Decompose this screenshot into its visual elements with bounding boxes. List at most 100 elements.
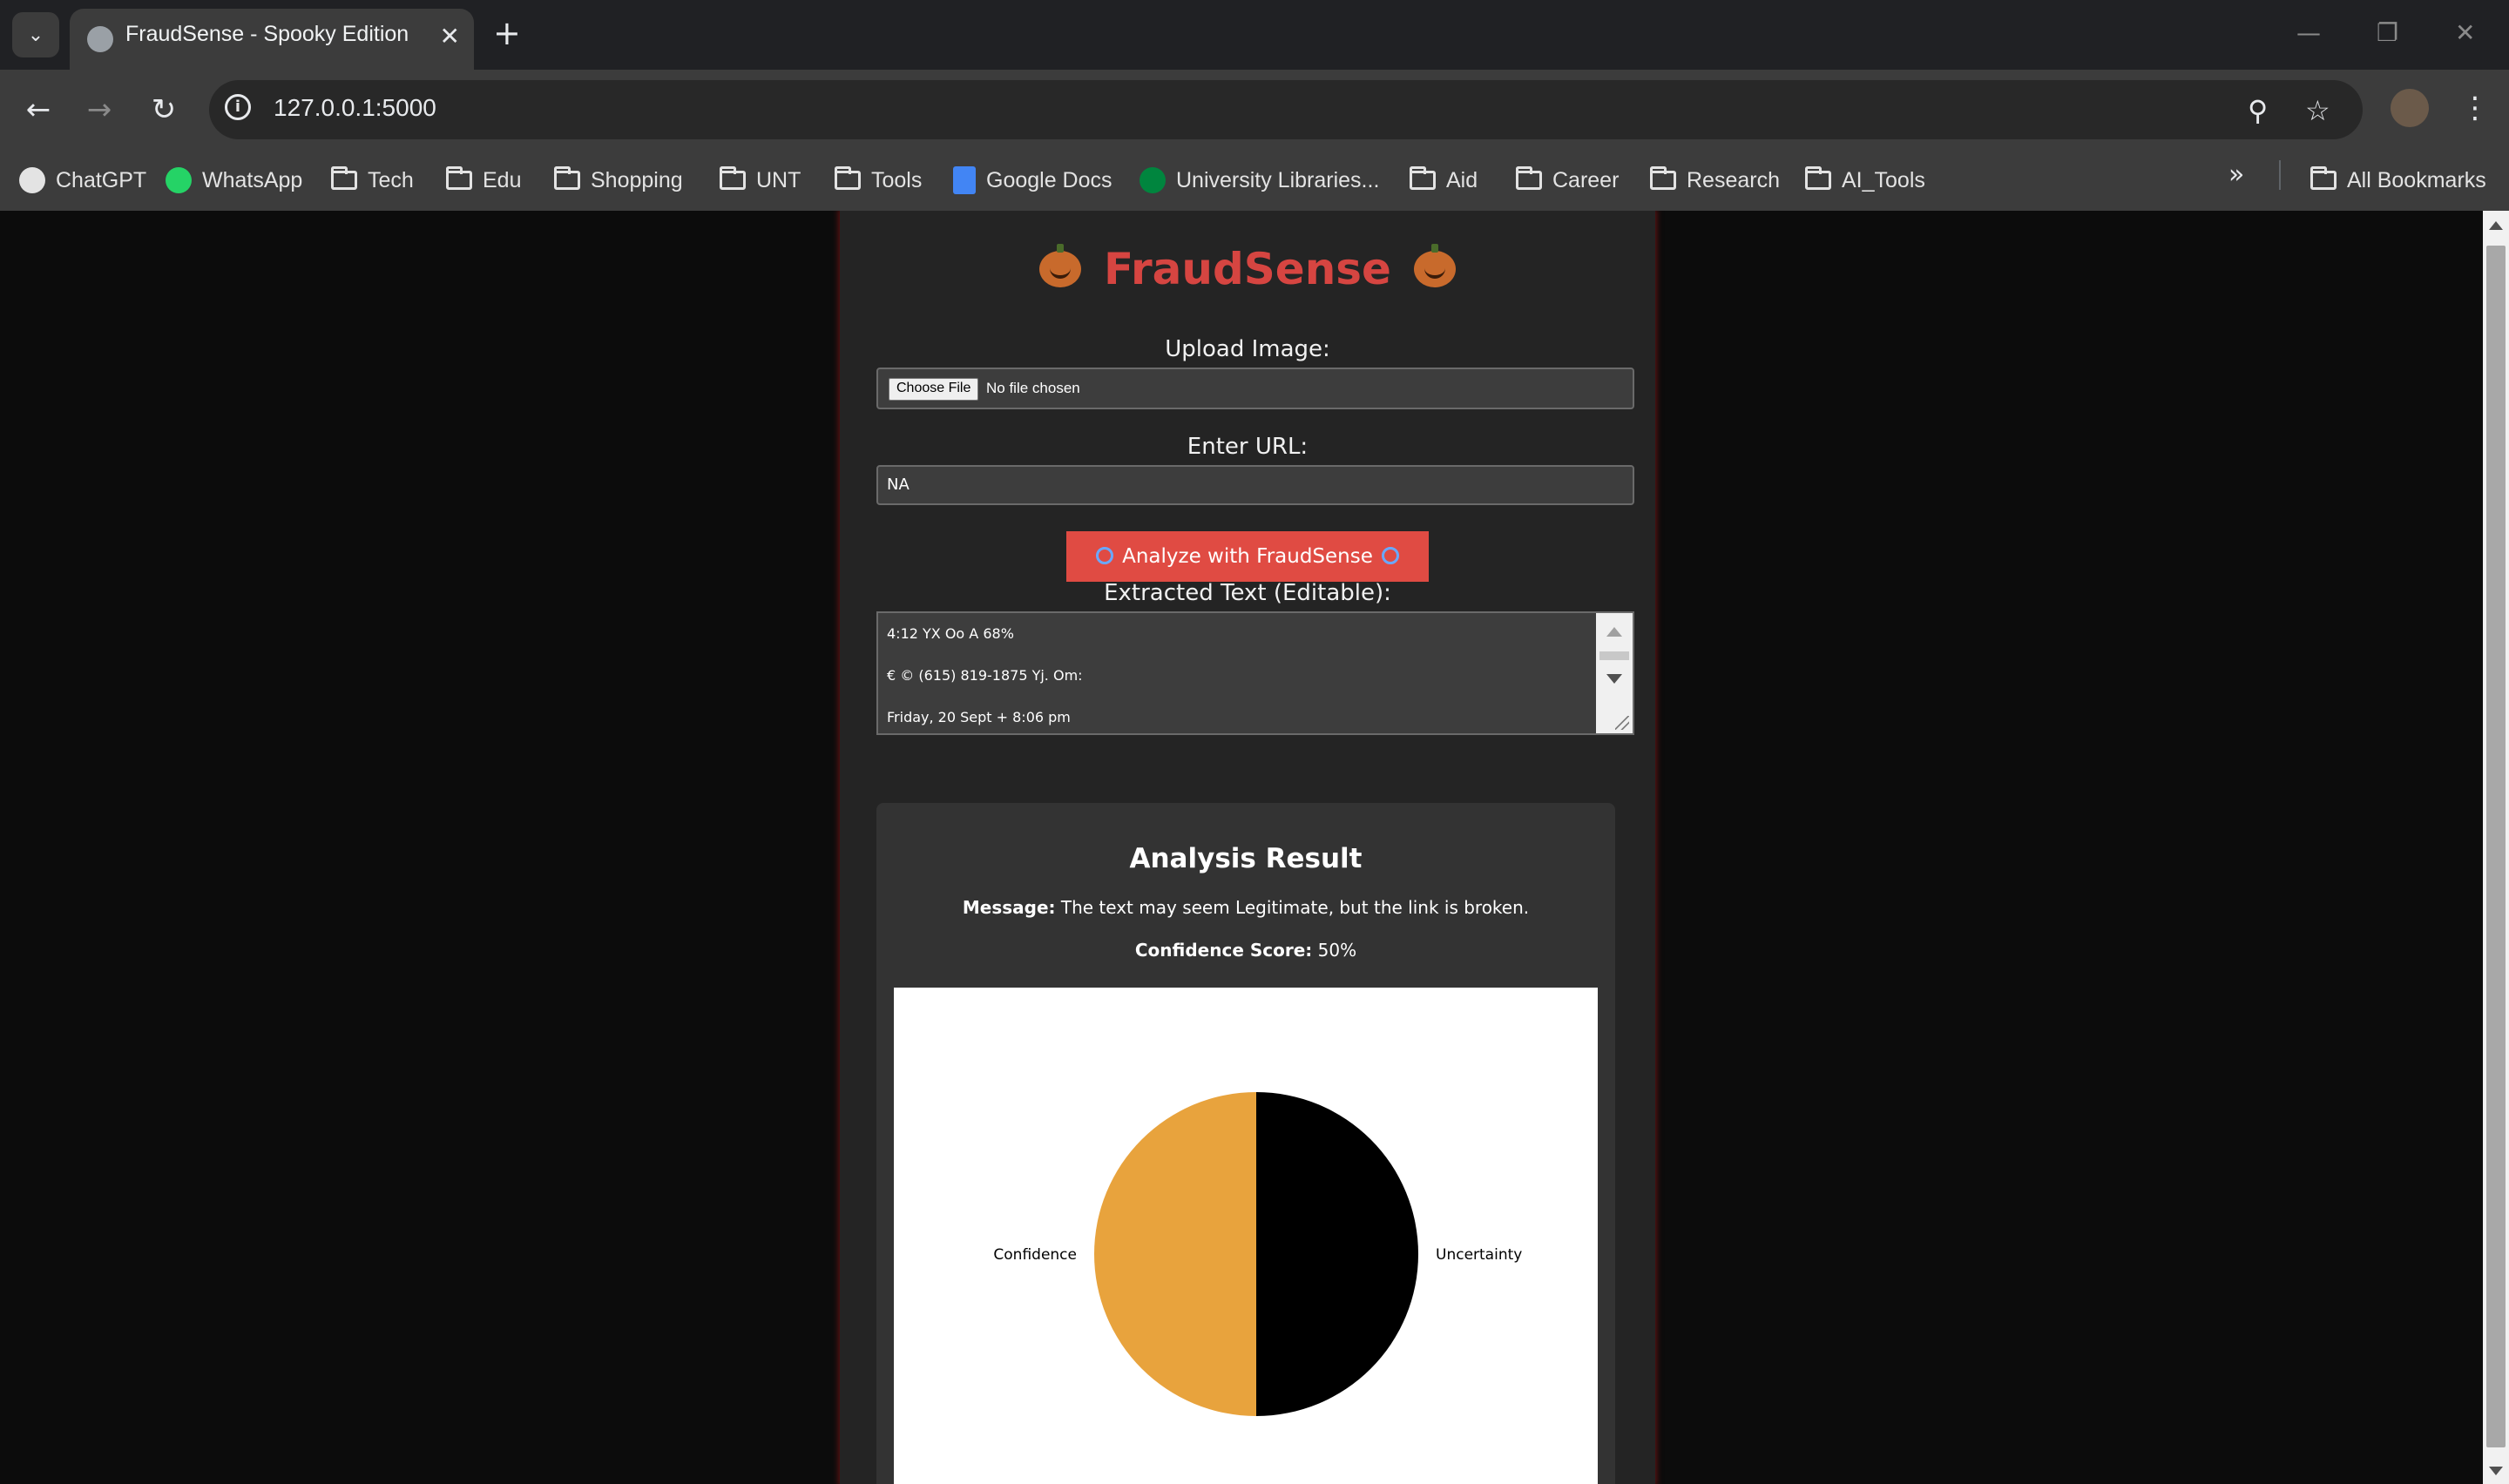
bookmark-item[interactable]: Tech [331,160,414,200]
folder-icon [835,166,861,190]
pie-label-confidence: Confidence [993,1246,1077,1264]
file-input[interactable]: Choose File No file chosen [876,368,1634,409]
bookmark-item[interactable]: Tools [835,160,922,200]
page-viewport: FraudSense Upload Image: Choose File No … [0,211,2483,1484]
bookmark-item[interactable]: University Libraries... [1140,160,1379,200]
folder-icon [1516,166,1542,190]
minimize-icon[interactable]: — [2296,16,2321,51]
bookmark-item[interactable]: AI_Tools [1805,160,1925,200]
address-bar[interactable]: i 127.0.0.1:5000 ⚲ ☆ [209,80,2363,139]
pumpkin-icon [1413,243,1456,287]
bookmarks-divider [2279,160,2281,190]
message-text: The text may seem Legitimate, but the li… [1060,897,1530,918]
bookmark-item[interactable]: Aid [1410,160,1478,200]
all-bookmarks-label: All Bookmarks [2347,167,2486,192]
active-tab[interactable]: FraudSense - Spooky Edition ✕ [70,9,474,70]
bookmark-item[interactable]: Google Docs [953,160,1112,200]
message-label: Message: [962,897,1056,918]
bookmark-label: Tech [368,167,414,192]
url-text[interactable]: 127.0.0.1:5000 [274,94,436,122]
bookmark-label: Career [1552,167,1620,192]
bookmarks-bar: ChatGPT WhatsApp Tech Edu Shopping UNT Tools Go… [0,150,2509,211]
resize-grip-icon[interactable] [1615,716,1629,730]
bookmark-item[interactable]: WhatsApp [166,160,302,200]
browser-chrome: ⌄ FraudSense - Spooky Edition ✕ + — ❐ ✕ … [0,0,2509,211]
bookmark-item[interactable]: ChatGPT [19,160,146,200]
whatsapp-icon [166,167,192,193]
bookmark-item[interactable]: UNT [720,160,801,200]
back-icon[interactable]: ← [19,91,57,129]
analyze-button[interactable]: Analyze with FraudSense [1066,531,1429,582]
pie-chart-container: Confidence Uncertainty [894,988,1598,1484]
site-info-icon[interactable]: i [225,94,251,120]
new-tab-icon[interactable]: + [493,16,521,51]
bookmark-label: Google Docs [986,167,1112,192]
extracted-text-label: Extracted Text (Editable): [1104,580,1391,606]
bookmark-item[interactable]: Career [1516,160,1619,200]
result-message: Message: The text may seem Legitimate, b… [876,897,1615,918]
scroll-thumb[interactable] [1599,651,1629,660]
tab-search-button[interactable]: ⌄ [12,12,59,57]
file-status: No file chosen [986,380,1080,396]
scroll-thumb[interactable] [2486,246,2506,1447]
bookmark-label: AI_Tools [1842,167,1925,192]
restore-icon[interactable]: ❐ [2377,16,2398,51]
upload-label: Upload Image: [1165,336,1330,362]
analyze-button-label: Analyze with FraudSense [1122,545,1373,568]
choose-file-button[interactable]: Choose File [889,378,979,401]
bookmark-label: Research [1687,167,1780,192]
bookmark-item[interactable]: Edu [446,160,521,200]
reload-icon[interactable]: ↻ [145,91,183,129]
pie-label-uncertainty: Uncertainty [1436,1246,1522,1264]
folder-icon [554,166,580,190]
scroll-down-icon[interactable] [1606,674,1622,684]
more-bookmarks-icon[interactable]: » [2228,160,2244,190]
folder-icon [446,166,472,190]
folder-icon [1805,166,1831,190]
globe-icon [87,26,113,52]
result-card: Analysis Result Message: The text may se… [876,803,1615,1484]
bookmark-label: WhatsApp [202,167,303,192]
menu-icon[interactable]: ⋮ [2460,87,2490,129]
page-title: FraudSense [840,243,1655,294]
folder-icon [1650,166,1676,190]
bookmark-star-icon[interactable]: ☆ [2305,96,2330,125]
extracted-line: Friday, 20 Sept + 8:06 pm [887,709,1071,725]
close-tab-icon[interactable]: ✕ [440,24,460,49]
bookmark-item[interactable]: Shopping [554,160,683,200]
pie-slice-uncertainty [1256,1092,1418,1416]
textarea-scrollbar[interactable] [1596,613,1633,733]
confidence-score: Confidence Score: 50% [876,940,1615,961]
tab-title: FraudSense - Spooky Edition [125,22,409,46]
magnifier-icon [1096,546,1114,564]
tab-strip: ⌄ FraudSense - Spooky Edition ✕ + — ❐ ✕ [0,0,2509,70]
scroll-up-icon[interactable] [1606,627,1622,637]
pie-slice-confidence [1094,1092,1256,1416]
profile-avatar[interactable] [2391,89,2429,127]
bookmark-label: University Libraries... [1176,167,1380,192]
main-container: FraudSense Upload Image: Choose File No … [840,211,1655,1484]
chatgpt-icon [19,167,45,193]
all-bookmarks-button[interactable]: All Bookmarks [2310,160,2486,200]
page-scrollbar[interactable] [2483,211,2509,1484]
bookmark-label: Tools [871,167,923,192]
bookmark-label: Edu [483,167,522,192]
url-input[interactable]: NA [876,465,1634,505]
pie-chart: Confidence Uncertainty [993,1092,1522,1416]
zoom-icon[interactable]: ⚲ [2248,96,2268,125]
extracted-text-area[interactable]: 4:12 YX Oo A 68% € © (615) 819-1875 Yj. … [876,611,1634,735]
forward-icon[interactable]: → [80,91,118,129]
folder-icon [1410,166,1436,190]
url-label: Enter URL: [1187,434,1309,460]
folder-icon [331,166,357,190]
chevron-down-icon: ⌄ [27,24,44,46]
magnifier-icon [1381,546,1399,564]
unt-icon [1140,167,1166,193]
scroll-up-icon[interactable] [2489,221,2503,230]
bookmark-label: ChatGPT [56,167,147,192]
scroll-down-icon[interactable] [2489,1467,2503,1475]
bookmark-label: Shopping [591,167,683,192]
close-window-icon[interactable]: ✕ [2455,16,2475,51]
extracted-line: 4:12 YX Oo A 68% [887,625,1014,642]
bookmark-item[interactable]: Research [1650,160,1780,200]
